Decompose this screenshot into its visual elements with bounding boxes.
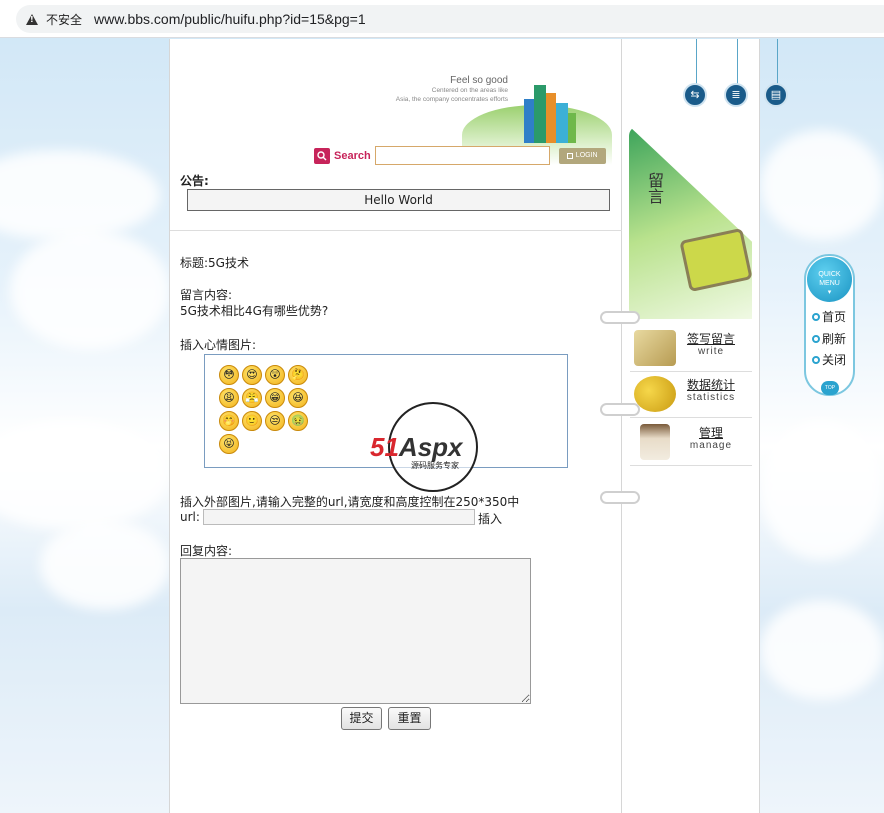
binder-ring — [600, 311, 640, 324]
emoji-icon[interactable]: 😒 — [265, 411, 285, 431]
tagline-line-1: Centered on the areas like — [431, 87, 508, 94]
bullet-icon — [812, 355, 820, 364]
reply-textarea[interactable] — [180, 558, 531, 704]
ext-image-label: 插入外部图片,请输入完整的url,请宽度和高度控制在250*350中 — [180, 495, 520, 509]
browser-address-bar: C 不安全 www.bbs.com/public/huifu.php?id=15… — [0, 0, 884, 38]
notebook-icon — [634, 330, 676, 366]
main-panel: Feel so good Centered on the areas like … — [169, 39, 622, 813]
url-bar[interactable]: 不安全 www.bbs.com/public/huifu.php?id=15&p… — [16, 5, 884, 33]
search-bar: Search LOGIN — [314, 146, 606, 165]
page-icon[interactable]: ▤ — [764, 83, 788, 107]
warning-icon[interactable] — [26, 13, 38, 25]
emoji-icon[interactable]: 😝 — [219, 434, 239, 454]
tagline-line-2: Asia, the company concentrates efforts — [395, 96, 508, 103]
emoji-icon[interactable]: 😳 — [219, 365, 239, 385]
bullet-icon — [812, 334, 820, 343]
quick-title-2: MENU — [819, 280, 840, 287]
emoji-icon[interactable]: 😲 — [265, 365, 285, 385]
notice-title: 公告: — [180, 174, 209, 188]
watermark-brand: 51Aspx — [370, 432, 463, 462]
emoji-grid: 😳 😍 😲 🤔 😩 😤 😁 😆 🤭 🙂 😒 🤢 😝 — [219, 365, 311, 454]
emoji-icon[interactable]: 😤 — [242, 388, 262, 408]
url-text[interactable]: www.bbs.com/public/huifu.php?id=15&pg=1 — [94, 11, 366, 27]
hang-string — [777, 39, 778, 84]
sidebar-item-sublabel: manage — [689, 440, 733, 451]
reset-button[interactable]: 重置 — [388, 707, 431, 730]
sidebar-item-label[interactable]: 管理 — [680, 424, 742, 441]
quick-item-label[interactable]: 首页 — [822, 308, 846, 325]
emoji-icon[interactable]: 😩 — [219, 388, 239, 408]
emoji-icon[interactable]: 🤔 — [288, 365, 308, 385]
header-divider — [170, 230, 622, 231]
sidebar-item-sublabel: statistics — [686, 392, 736, 403]
quick-item-refresh[interactable]: 刷新 — [812, 330, 846, 347]
quick-menu: QUICK MENU ▾ 首页 刷新 关闭 TOP — [804, 254, 855, 396]
emoji-picker: 😳 😍 😲 🤔 😩 😤 😁 😆 🤭 🙂 😒 🤢 😝 51Aspx 源码服务专家 — [204, 354, 568, 492]
search-label: Search — [334, 149, 371, 162]
emoji-icon[interactable]: 😍 — [242, 365, 262, 385]
sidebar-item-label[interactable]: 签写留言 — [680, 330, 742, 347]
guestbook-tab-label: 留言 — [645, 172, 664, 204]
post-content-label: 留言内容: — [180, 288, 233, 302]
sidebar-item-sublabel: write — [697, 346, 725, 357]
insert-button[interactable]: 插入 — [478, 510, 502, 527]
reply-label: 回复内容: — [180, 544, 233, 558]
login-label: LOGIN — [575, 152, 598, 159]
quick-title-1: QUICK — [818, 271, 841, 278]
post-content-text: 5G技术相比4G有哪些优势? — [180, 304, 329, 318]
notice-box: Hello World — [187, 189, 610, 211]
binder-ring — [600, 491, 640, 504]
cd-icon — [634, 376, 676, 412]
search-input[interactable] — [374, 146, 550, 165]
quick-item-label[interactable]: 关闭 — [822, 351, 846, 368]
emoji-icon[interactable]: 😁 — [265, 388, 285, 408]
hang-string — [737, 39, 738, 84]
submit-button[interactable]: 提交 — [341, 707, 382, 730]
url-input[interactable] — [203, 509, 475, 525]
emoji-label: 插入心情图片: — [180, 338, 257, 352]
hang-string — [696, 39, 697, 84]
list-icon[interactable]: ≣ — [724, 83, 748, 107]
sidebar-item-manage[interactable]: 管理 manage — [630, 418, 752, 466]
emoji-icon[interactable]: 🙂 — [242, 411, 262, 431]
person-icon — [640, 424, 670, 460]
watermark-sub: 源码服务专家 — [411, 461, 459, 470]
sidebar-item-write[interactable]: 签写留言 write — [630, 324, 752, 372]
quick-item-home[interactable]: 首页 — [812, 308, 846, 325]
security-label[interactable]: 不安全 — [46, 11, 82, 28]
right-sidebar: ⇆ ≣ ▤ 留言 签写留言 write 数据统计 statistics 管理 m… — [622, 39, 788, 813]
login-button[interactable]: LOGIN — [558, 147, 606, 164]
sidebar-item-label[interactable]: 数据统计 — [680, 376, 742, 393]
bullet-icon — [812, 312, 820, 321]
sitemap-icon[interactable]: ⇆ — [683, 83, 707, 107]
quick-menu-header[interactable]: QUICK MENU ▾ — [807, 257, 852, 302]
emoji-icon[interactable]: 😆 — [288, 388, 308, 408]
slogan-text: Feel so good — [450, 75, 508, 86]
emoji-icon[interactable]: 🤭 — [219, 411, 239, 431]
emoji-icon[interactable]: 🤢 — [288, 411, 308, 431]
quick-item-label[interactable]: 刷新 — [822, 330, 846, 347]
url-label: url: — [180, 510, 200, 524]
lock-icon — [566, 152, 573, 159]
binder-ring — [600, 403, 640, 416]
post-title: 标题:5G技术 — [180, 256, 249, 270]
back-to-top-button[interactable]: TOP — [821, 381, 839, 395]
search-icon[interactable] — [314, 147, 330, 164]
chevron-down-icon: ▾ — [827, 289, 832, 296]
sidebar-item-statistics[interactable]: 数据统计 statistics — [630, 370, 752, 418]
header-slogan: Feel so good Centered on the areas like … — [396, 75, 508, 104]
quick-item-close[interactable]: 关闭 — [812, 351, 846, 368]
watermark-logo: 51Aspx 源码服务专家 — [370, 402, 478, 492]
